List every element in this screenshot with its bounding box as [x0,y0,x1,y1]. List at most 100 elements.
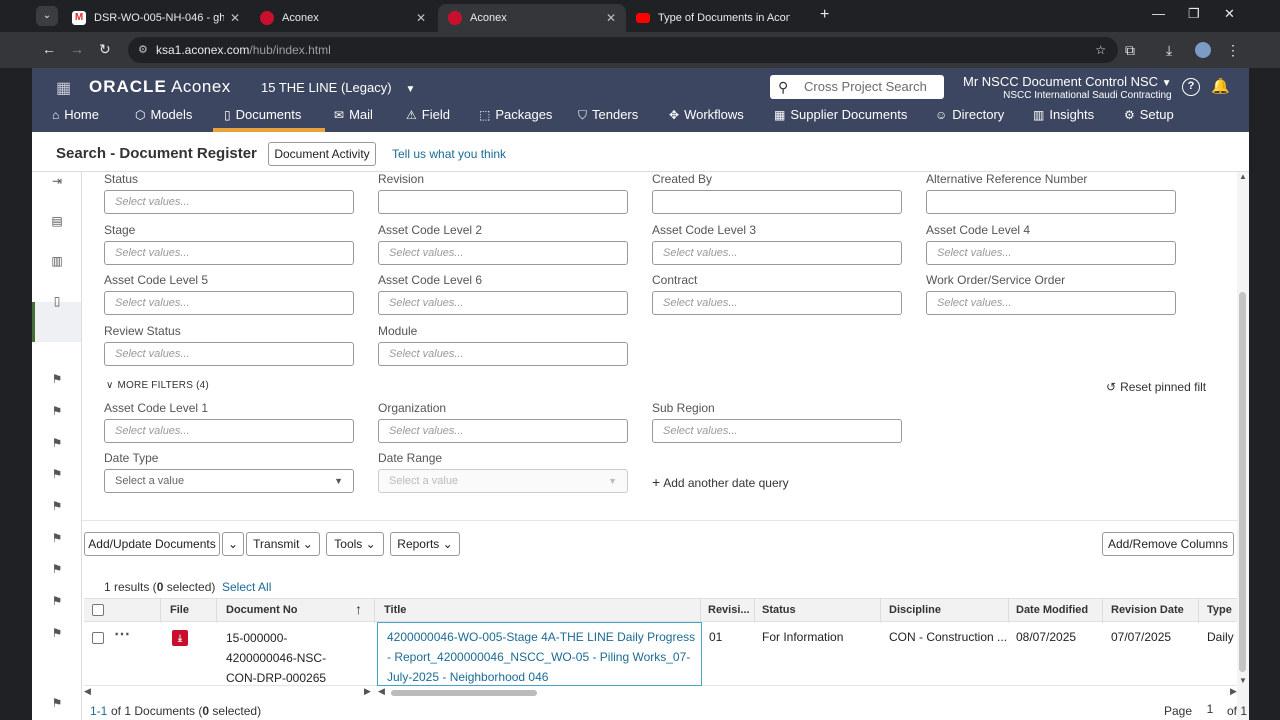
column-type[interactable]: Type [1207,604,1232,616]
scroll-left-icon[interactable]: ◀ [378,686,385,697]
horizontal-scrollbar[interactable]: ◀ ▶ ◀ ▶ [84,686,1239,698]
filter-module-input[interactable]: Select values... [378,342,628,366]
close-icon[interactable]: ✕ [416,11,426,25]
nav-setup[interactable]: ⚙ Setup [1124,107,1174,122]
file-icon[interactable]: ▯ [50,294,64,308]
restore-icon[interactable]: ❐ [1188,6,1200,22]
sort-ascending-icon[interactable]: ↑ [355,601,362,617]
address-bar[interactable]: ⚙ ksa1.aconex.com/hub/index.html ☆ [128,37,1118,63]
table-row[interactable]: ⋯ ⤓ 15-000000-4200000046-NSC-CON-DRP-000… [84,622,1239,686]
tools-button[interactable]: Tools ⌄ [326,532,384,556]
column-document-no[interactable]: Document No [226,604,298,616]
bookmark-icon[interactable]: ⚑ [50,372,64,386]
filter-revision-input[interactable] [378,190,628,214]
nav-home[interactable]: ⌂ Home [52,107,99,122]
row-actions-menu-icon[interactable]: ⋯ [114,624,130,644]
nav-documents[interactable]: ▯ Documents [224,107,301,122]
vertical-scrollbar[interactable]: ▲ ▼ [1237,172,1249,720]
filter-organization-input[interactable]: Select values... [378,419,628,443]
column-discipline[interactable]: Discipline [889,604,941,616]
filter-status-input[interactable]: Select values... [104,190,354,214]
document-register-icon[interactable]: ▤ [50,214,64,228]
bookmark-icon[interactable]: ⚑ [50,594,64,608]
panel-toggle-icon[interactable]: ⇥ [50,174,64,188]
add-update-dropdown-button[interactable]: ⌄ [222,532,244,556]
date-type-select[interactable]: Select a value ▼ [104,469,354,493]
column-title[interactable]: Title [384,604,406,616]
filter-asset-2-input[interactable]: Select values... [378,241,628,265]
scrollbar-thumb[interactable] [391,690,537,696]
reports-button[interactable]: Reports ⌄ [390,532,460,556]
document-title-link[interactable]: 4200000046-WO-005-Stage 4A-THE LINE Dail… [387,627,697,687]
date-range-select[interactable]: Select a value ▼ [378,469,628,493]
bookmark-star-icon[interactable]: ☆ [1095,37,1106,63]
bookmark-icon[interactable]: ⚑ [50,467,64,481]
browser-tab-aconex-active[interactable]: Aconex ✕ [438,4,626,32]
scroll-up-icon[interactable]: ▲ [1239,172,1247,181]
bookmark-icon[interactable]: ⚑ [50,499,64,513]
filter-asset-1-input[interactable]: Select values... [104,419,354,443]
download-icon[interactable]: ⤓ [1166,42,1172,59]
forward-icon[interactable]: → [70,41,84,57]
more-filters-toggle[interactable]: ∨ MORE FILTERS (4) [106,380,209,391]
add-date-query-button[interactable]: + Add another date query [652,474,789,490]
cell-title[interactable]: 4200000046-WO-005-Stage 4A-THE LINE Dail… [377,622,702,686]
bookmark-icon[interactable]: ⚑ [50,436,64,450]
browser-menu-icon[interactable]: ⋮ [1226,42,1240,59]
nav-models[interactable]: ⬡ Models [135,107,192,122]
column-revision-date[interactable]: Revision Date [1111,604,1184,616]
filter-contract-input[interactable]: Select values... [652,291,902,315]
pdf-file-icon[interactable]: ⤓ [172,630,188,646]
tab-search-button[interactable]: ⌄ [36,6,58,26]
nav-tenders[interactable]: ⛉ Tenders [578,107,638,123]
brand-logo[interactable]: ORACLE Aconex [89,77,231,97]
bookmark-icon[interactable]: ⚑ [50,531,64,545]
close-icon[interactable]: ✕ [606,11,616,25]
reload-icon[interactable]: ↻ [99,41,111,58]
page-number-input[interactable]: 1 [1200,702,1220,716]
filter-review-status-input[interactable]: Select values... [104,342,354,366]
select-all-link[interactable]: Select All [222,580,271,594]
reset-pinned-filters[interactable]: ↺ Reset pinned filt [1106,380,1206,394]
scroll-left-icon[interactable]: ◀ [84,686,91,697]
cross-project-search[interactable]: ⚲ Cross Project Search [770,75,944,99]
filter-work-order-input[interactable]: Select values... [926,291,1176,315]
nav-field[interactable]: ⚠ Field [406,107,450,122]
filter-asset-6-input[interactable]: Select values... [378,291,628,315]
nav-directory[interactable]: ☺ Directory [935,107,1004,122]
add-remove-columns-button[interactable]: Add/Remove Columns [1102,532,1234,556]
site-info-icon[interactable]: ⚙ [138,37,148,63]
window-close-icon[interactable]: ✕ [1224,6,1235,22]
bookmark-icon[interactable]: ⚑ [50,562,64,576]
help-icon[interactable]: ? [1182,78,1200,96]
bookmark-icon[interactable]: ⚑ [50,626,64,640]
user-menu[interactable]: Mr NSCC Document Control NSC ▼ NSCC Inte… [963,74,1172,101]
filter-stage-input[interactable]: Select values... [104,241,354,265]
nav-packages[interactable]: ⬚ Packages [479,107,552,122]
column-date-modified[interactable]: Date Modified [1016,604,1088,616]
profile-avatar[interactable] [1195,42,1211,58]
browser-tab-aconex-1[interactable]: Aconex ✕ [250,4,436,32]
filter-asset-5-input[interactable]: Select values... [104,291,354,315]
notification-bell-icon[interactable]: 🔔 [1211,78,1230,96]
filter-alt-ref-input[interactable] [926,190,1176,214]
back-icon[interactable]: ← [42,41,56,57]
column-status[interactable]: Status [762,604,796,616]
row-checkbox[interactable] [92,632,104,644]
nav-workflows[interactable]: ✥ Workflows [669,107,744,122]
nav-insights[interactable]: ▥ Insights [1033,107,1094,122]
column-file[interactable]: File [170,604,189,616]
layout-icon[interactable]: ▥ [50,254,64,268]
new-tab-button[interactable]: + [820,6,829,24]
document-activity-button[interactable]: Document Activity [268,142,376,166]
nav-mail[interactable]: ✉ Mail [334,107,373,122]
scrollbar-thumb[interactable] [1239,292,1246,672]
add-update-documents-button[interactable]: Add/Update Documents [84,532,220,556]
minimize-icon[interactable]: — [1152,6,1165,21]
filter-created-by-input[interactable] [652,190,902,214]
filter-asset-3-input[interactable]: Select values... [652,241,902,265]
filter-asset-4-input[interactable]: Select values... [926,241,1176,265]
scroll-right-icon[interactable]: ▶ [1230,686,1237,697]
filter-sub-region-input[interactable]: Select values... [652,419,902,443]
select-all-checkbox[interactable] [92,604,104,616]
